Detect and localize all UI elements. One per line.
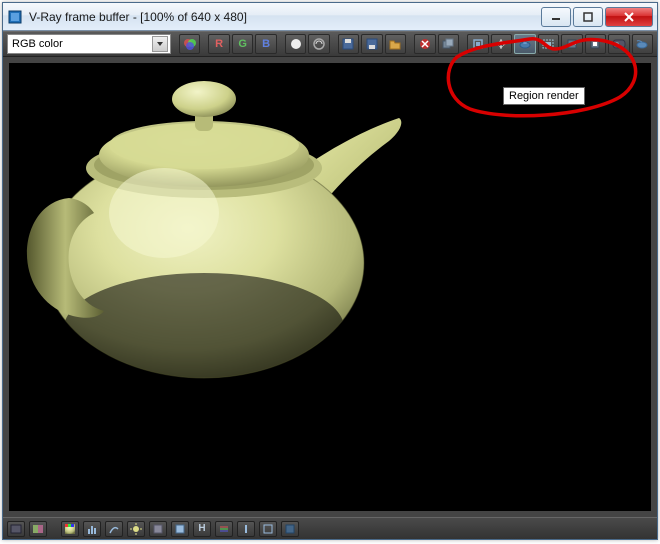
window-controls xyxy=(539,7,653,27)
channel-select-label: RGB color xyxy=(12,38,152,50)
minimize-button[interactable] xyxy=(541,7,571,27)
link-max-button[interactable] xyxy=(467,34,489,54)
sb-h-icon[interactable]: H xyxy=(193,521,211,537)
switch-ab-button[interactable] xyxy=(308,34,330,54)
sb-exposure-icon[interactable] xyxy=(127,521,145,537)
maximize-button[interactable] xyxy=(573,7,603,27)
sb-levels-icon[interactable] xyxy=(83,521,101,537)
sb-icc-icon[interactable] xyxy=(281,521,299,537)
titlebar: V-Ray frame buffer - [100% of 640 x 480] xyxy=(3,3,657,31)
color-clamp-button[interactable] xyxy=(561,34,583,54)
duplicate-button[interactable] xyxy=(438,34,460,54)
chevron-down-icon xyxy=(152,36,168,52)
app-window: V-Ray frame buffer - [100% of 640 x 480]… xyxy=(2,2,658,540)
tooltip-region-render: Region render xyxy=(503,87,585,105)
close-button[interactable] xyxy=(605,7,653,27)
statusbar: H xyxy=(3,517,657,539)
window-title: V-Ray frame buffer - [100% of 640 x 480] xyxy=(29,10,539,24)
region-render-button[interactable] xyxy=(514,34,536,54)
mono-channel-button[interactable] xyxy=(285,34,307,54)
save-button[interactable] xyxy=(338,34,360,54)
blue-channel-button[interactable]: B xyxy=(255,34,277,54)
channel-select[interactable]: RGB color xyxy=(7,34,171,54)
render-last-button[interactable] xyxy=(538,34,560,54)
render-canvas[interactable] xyxy=(9,63,651,511)
sb-whitebalance-icon[interactable] xyxy=(149,521,167,537)
green-channel-button[interactable]: G xyxy=(232,34,254,54)
app-icon xyxy=(7,9,23,25)
view-clamped-button[interactable] xyxy=(585,34,607,54)
red-channel-button[interactable]: R xyxy=(208,34,230,54)
sb-history-icon[interactable] xyxy=(7,521,25,537)
open-folder-button[interactable] xyxy=(385,34,407,54)
sb-curve-icon[interactable] xyxy=(105,521,123,537)
track-mouse-button[interactable] xyxy=(491,34,513,54)
sb-stamp-icon[interactable] xyxy=(237,521,255,537)
top-toolbar: RGB color R G B xyxy=(3,31,657,57)
color-corrections-button[interactable] xyxy=(608,34,630,54)
sb-srgb-icon[interactable] xyxy=(259,521,277,537)
viewport: Region render xyxy=(3,57,657,517)
clear-button[interactable] xyxy=(414,34,436,54)
tooltip-text: Region render xyxy=(509,90,579,102)
vr-teapot-button[interactable] xyxy=(632,34,654,54)
channels-icon[interactable] xyxy=(179,34,201,54)
render-content-teapot xyxy=(9,63,409,393)
sb-picker-icon[interactable] xyxy=(61,521,79,537)
load-button[interactable] xyxy=(361,34,383,54)
sb-m-icon[interactable] xyxy=(215,521,233,537)
sb-hue-icon[interactable] xyxy=(171,521,189,537)
sb-compare-icon[interactable] xyxy=(29,521,47,537)
